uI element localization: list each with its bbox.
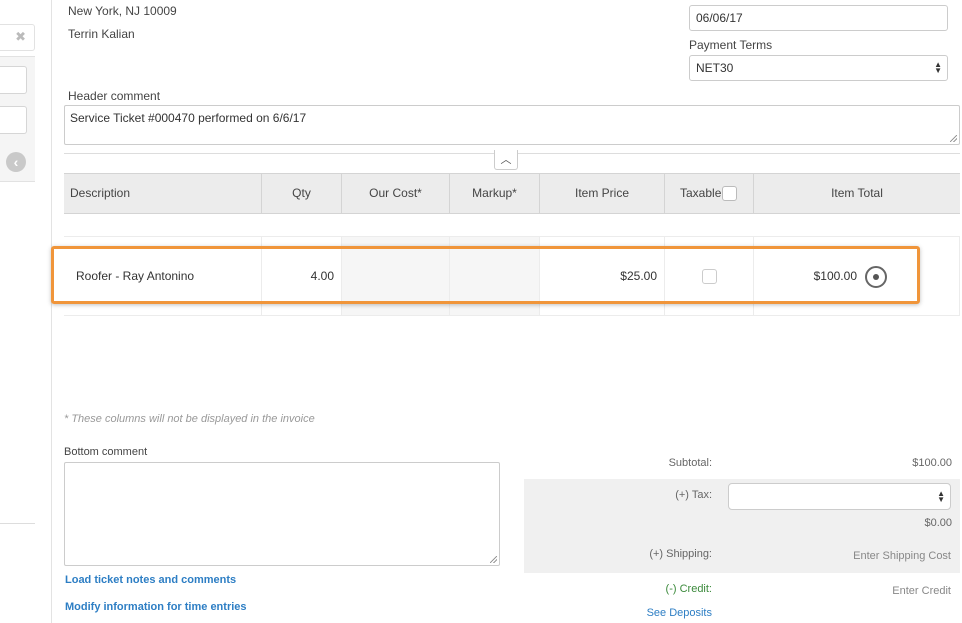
load-ticket-notes-link[interactable]: Load ticket notes and comments	[65, 574, 236, 586]
bottom-comment-input[interactable]	[64, 462, 500, 566]
payment-terms-select[interactable]: NET30 ▲ ▼	[689, 55, 948, 81]
resize-grip-icon[interactable]	[490, 556, 497, 563]
col-markup: Markup*	[450, 174, 540, 213]
shipping-input[interactable]: Enter Shipping Cost	[800, 550, 951, 562]
address-contact: Terrin Kalian	[68, 27, 135, 41]
credit-input[interactable]: Enter Credit	[820, 585, 951, 597]
table-header: Description Qty Our Cost* Markup* Item P…	[64, 173, 960, 214]
modify-time-entries-link[interactable]: Modify information for time entries	[65, 601, 247, 613]
tax-value: $0.00	[924, 517, 952, 529]
chevron-up-icon: ︿	[500, 154, 512, 166]
payment-terms-value: NET30	[696, 61, 734, 75]
footnote: * These columns will not be displayed in…	[64, 413, 315, 425]
bottom-comment-label: Bottom comment	[64, 446, 148, 458]
credit-label: (-) Credit:	[665, 583, 712, 595]
header-comment-text: Service Ticket #000470 performed on 6/6/…	[70, 111, 307, 125]
left-side-panel: ✖ ‹	[0, 0, 52, 623]
tax-label: (+) Tax:	[675, 489, 712, 501]
subtotal-label: Subtotal:	[668, 457, 712, 469]
date-field[interactable]: 06/06/17	[689, 5, 948, 31]
close-panel-button[interactable]: ✖	[0, 24, 35, 51]
back-arrow-icon[interactable]: ‹	[6, 152, 26, 172]
col-taxable-label: Taxable	[680, 186, 722, 200]
col-description: Description	[64, 174, 262, 213]
payment-terms-label: Payment Terms	[689, 38, 773, 52]
header-comment-input[interactable]: Service Ticket #000470 performed on 6/6/…	[64, 105, 960, 145]
taxable-all-checkbox[interactable]	[722, 186, 737, 201]
left-input-2[interactable]	[0, 106, 27, 134]
subtotal-value: $100.00	[912, 457, 952, 469]
col-taxable: Taxable	[665, 174, 754, 213]
col-qty: Qty	[262, 174, 342, 213]
header-comment-label: Header comment	[68, 89, 161, 103]
col-our-cost: Our Cost*	[342, 174, 450, 213]
resize-grip-icon[interactable]	[950, 135, 957, 142]
see-deposits-link[interactable]: See Deposits	[592, 607, 712, 619]
col-item-total: Item Total	[831, 186, 883, 200]
collapse-toggle-button[interactable]: ︿	[494, 150, 518, 170]
row-highlight-frame	[51, 246, 920, 304]
tax-select[interactable]: ▲ ▼	[728, 483, 951, 510]
select-arrows-icon: ▲ ▼	[934, 60, 942, 75]
address-city-line: New York, NJ 10009	[68, 4, 177, 18]
col-item-price: Item Price	[540, 174, 665, 213]
left-input-1[interactable]	[0, 66, 27, 94]
close-icon: ✖	[15, 29, 26, 44]
divider	[0, 523, 35, 524]
shipping-label: (+) Shipping:	[649, 548, 712, 560]
select-arrows-icon: ▲ ▼	[937, 488, 945, 504]
